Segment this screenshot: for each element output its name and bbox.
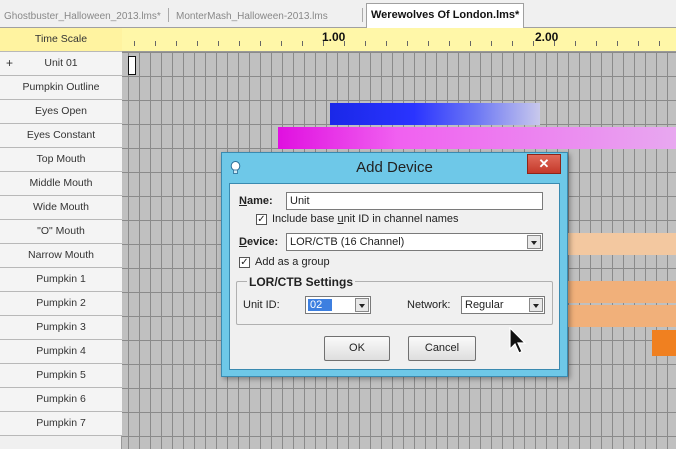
unit-id-select[interactable]: 02 bbox=[305, 296, 371, 314]
tab-montermash[interactable]: MonterMash_Halloween-2013.lms bbox=[172, 6, 332, 28]
channel-o-mouth[interactable]: "O" Mouth bbox=[0, 220, 122, 244]
channel-pumpkin-1[interactable]: Pumpkin 1 bbox=[0, 268, 122, 292]
tab-werewolves[interactable]: Werewolves Of London.lms* bbox=[366, 3, 525, 28]
ruler-tick bbox=[428, 41, 429, 46]
chevron-down-icon[interactable] bbox=[527, 235, 541, 249]
channel-wide-mouth[interactable]: Wide Mouth bbox=[0, 196, 122, 220]
cancel-button[interactable]: Cancel bbox=[408, 336, 476, 361]
ruler-tick bbox=[512, 41, 513, 46]
dialog-title-bar[interactable]: Add Device ✕ bbox=[222, 153, 567, 183]
ruler-tick bbox=[239, 41, 240, 46]
ruler-tick bbox=[659, 41, 660, 46]
ruler-tick bbox=[218, 41, 219, 46]
channel-pumpkin-outline[interactable]: Pumpkin Outline bbox=[0, 76, 122, 100]
channel-narrow-mouth[interactable]: Narrow Mouth bbox=[0, 244, 122, 268]
ruler-tick bbox=[281, 41, 282, 46]
effect-pumpkin-1[interactable] bbox=[560, 233, 676, 255]
channel-label: Unit 01 bbox=[44, 57, 78, 69]
tab-ghostbuster[interactable]: Ghostbuster_Halloween_2013.lms* bbox=[0, 6, 165, 28]
lor-ctb-settings-group: LOR/CTB Settings Unit ID: 02 Network: Re… bbox=[236, 275, 553, 325]
ruler-tick bbox=[554, 41, 555, 46]
channel-pumpkin-5[interactable]: Pumpkin 5 bbox=[0, 364, 122, 388]
device-select[interactable]: LOR/CTB (16 Channel) bbox=[286, 233, 543, 251]
ruler-tick bbox=[386, 41, 387, 46]
effect-pumpkin-4[interactable] bbox=[652, 330, 676, 356]
device-value: LOR/CTB (16 Channel) bbox=[290, 236, 405, 248]
settings-group-title: LOR/CTB Settings bbox=[247, 275, 355, 289]
effect-pumpkin-3[interactable] bbox=[560, 305, 676, 327]
name-field[interactable]: Unit bbox=[286, 192, 543, 210]
ruler-tick bbox=[176, 41, 177, 46]
ruler-tick bbox=[617, 41, 618, 46]
ruler-tick bbox=[533, 41, 534, 46]
unit-id-value: 02 bbox=[308, 299, 333, 311]
ruler-tick bbox=[302, 41, 303, 46]
ruler-tick bbox=[365, 41, 366, 46]
expand-icon[interactable]: + bbox=[6, 52, 13, 75]
ruler-tick bbox=[470, 41, 471, 46]
channel-top-mouth[interactable]: Top Mouth bbox=[0, 148, 122, 172]
unit-cursor-cell[interactable] bbox=[128, 56, 136, 75]
effect-eyes-constant[interactable] bbox=[278, 127, 676, 149]
channel-unit-01[interactable]: + Unit 01 bbox=[0, 52, 122, 76]
ruler-tick bbox=[449, 41, 450, 46]
network-label: Network: bbox=[407, 299, 451, 311]
mouse-pointer-icon bbox=[509, 327, 527, 354]
ruler-tick bbox=[134, 41, 135, 46]
channel-eyes-open[interactable]: Eyes Open bbox=[0, 100, 122, 124]
channel-list: Time Scale + Unit 01 Pumpkin Outline Eye… bbox=[0, 28, 122, 449]
ruler-tick bbox=[260, 41, 261, 46]
tab-separator bbox=[362, 8, 363, 22]
add-as-group-label: Add as a group bbox=[255, 256, 330, 268]
chevron-down-icon[interactable] bbox=[529, 298, 543, 312]
time-ruler[interactable]: 1.00 2.00 bbox=[122, 28, 676, 52]
channel-pumpkin-4[interactable]: Pumpkin 4 bbox=[0, 340, 122, 364]
chevron-down-icon[interactable] bbox=[355, 298, 369, 312]
time-scale-header[interactable]: Time Scale bbox=[0, 28, 122, 52]
ruler-tick bbox=[155, 41, 156, 46]
network-value: Regular bbox=[465, 299, 504, 311]
unit-id-label: Unit ID: bbox=[243, 299, 280, 311]
add-as-group-checkbox[interactable]: ✓ bbox=[239, 257, 250, 268]
ruler-tick bbox=[596, 41, 597, 46]
ruler-tick bbox=[197, 41, 198, 46]
channel-eyes-constant[interactable]: Eyes Constant bbox=[0, 124, 122, 148]
channel-pumpkin-3[interactable]: Pumpkin 3 bbox=[0, 316, 122, 340]
name-label: Name: bbox=[239, 195, 273, 207]
ruler-tick bbox=[638, 41, 639, 46]
ruler-tick bbox=[323, 41, 324, 46]
channel-pumpkin-2[interactable]: Pumpkin 2 bbox=[0, 292, 122, 316]
tab-separator bbox=[168, 8, 169, 22]
include-unit-id-label: Include base unit ID in channel names bbox=[272, 213, 459, 225]
channel-middle-mouth[interactable]: Middle Mouth bbox=[0, 172, 122, 196]
ruler-tick bbox=[344, 41, 345, 46]
include-unit-id-checkbox[interactable]: ✓ bbox=[256, 214, 267, 225]
ruler-tick bbox=[575, 41, 576, 46]
network-select[interactable]: Regular bbox=[461, 296, 545, 314]
ruler-tick bbox=[491, 41, 492, 46]
channel-pumpkin-7[interactable]: Pumpkin 7 bbox=[0, 412, 122, 436]
effect-pumpkin-2[interactable] bbox=[560, 281, 676, 303]
close-button[interactable]: ✕ bbox=[527, 154, 561, 174]
channel-pumpkin-6[interactable]: Pumpkin 6 bbox=[0, 388, 122, 412]
device-label: Device: bbox=[239, 236, 279, 248]
ok-button[interactable]: OK bbox=[324, 336, 390, 361]
time-mark-1: 1.00 bbox=[322, 30, 346, 44]
file-tab-bar: Ghostbuster_Halloween_2013.lms* MonterMa… bbox=[0, 0, 676, 28]
dialog-title: Add Device bbox=[356, 159, 433, 176]
ruler-tick bbox=[407, 41, 408, 46]
effect-eyes-open[interactable] bbox=[330, 103, 540, 125]
